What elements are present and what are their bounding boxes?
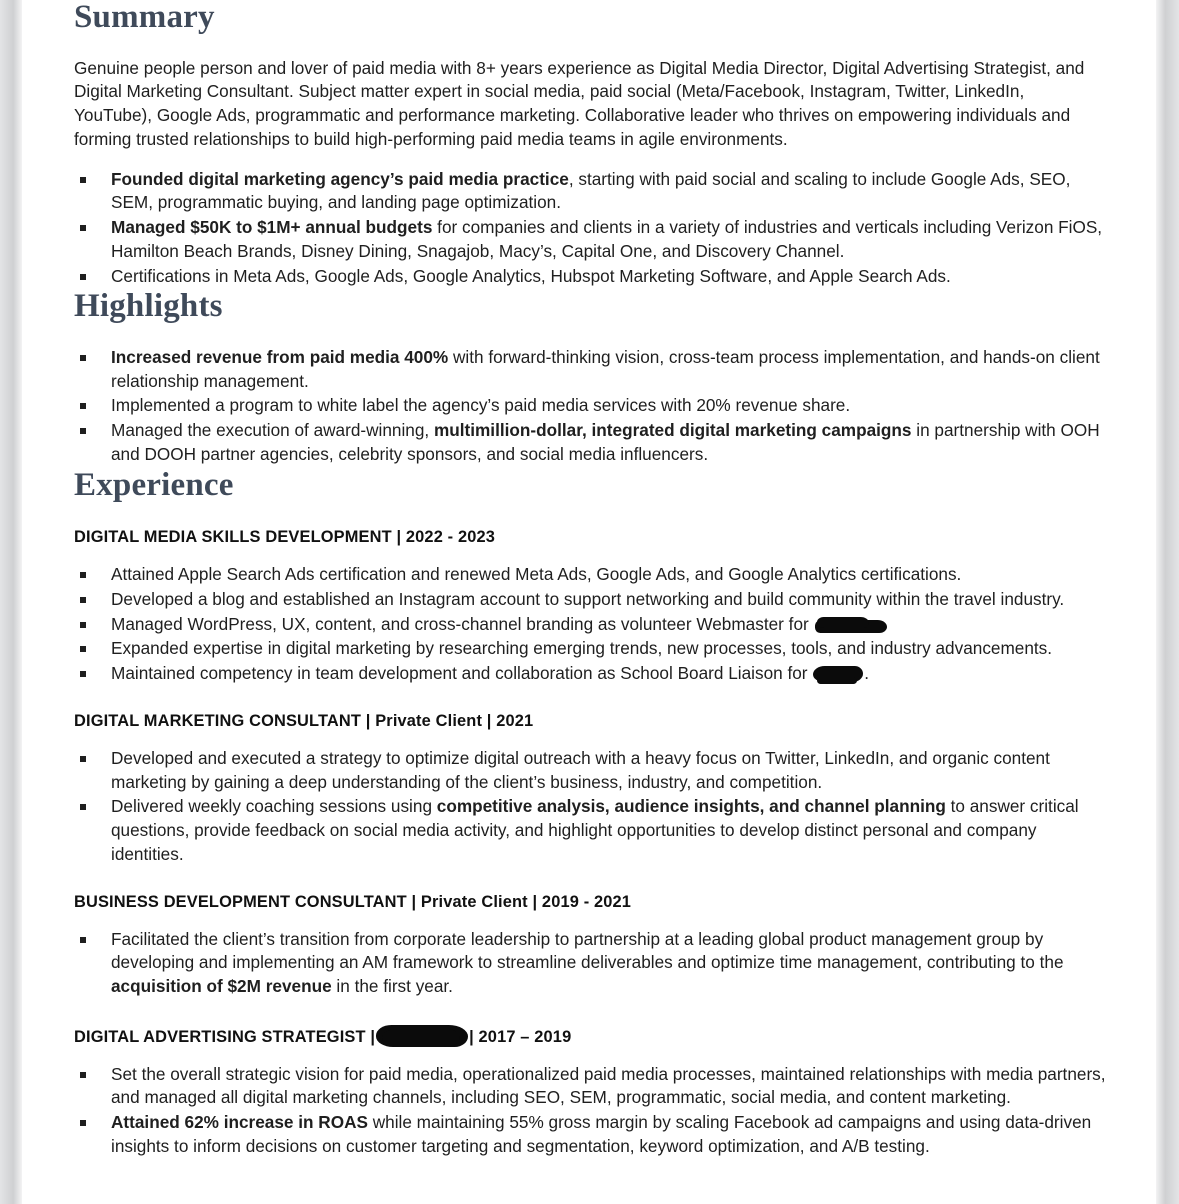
bullet-bold-text: Increased revenue from paid media 400%: [111, 346, 449, 367]
bullet-text: Attained Apple Search Ads certification …: [111, 564, 962, 585]
page-gutter-right: [1156, 0, 1179, 1204]
redaction-mark: [813, 666, 864, 685]
list-item: Attained 62% increase in ROAS while main…: [74, 1111, 1106, 1158]
summary-paragraph: Genuine people person and lover of paid …: [74, 57, 1085, 149]
redaction-mark: [376, 1024, 469, 1047]
list-item: Developed and executed a strategy to opt…: [74, 747, 1106, 794]
bullet-text: Managed WordPress, UX, content, and cros…: [111, 613, 814, 634]
list-item: Developed a blog and established an Inst…: [74, 588, 1106, 612]
redaction-mark: [814, 616, 887, 633]
bullet-text: Maintained competency in team developmen…: [111, 663, 813, 684]
document-viewer: Summary Genuine people person and lover …: [0, 0, 1179, 1204]
job-title-digital-marketing-consultant: DIGITAL MARKETING CONSULTANT | Private C…: [74, 711, 534, 730]
highlights-bullet-list: Increased revenue from paid media 400% w…: [74, 346, 1106, 467]
page-gutter-left: [0, 0, 22, 1204]
job-title-prefix: DIGITAL ADVERTISING STRATEGIST |: [74, 1027, 376, 1046]
bullet-text: in the first year.: [331, 976, 453, 997]
job-title-digital-advertising-strategist: DIGITAL ADVERTISING STRATEGIST | | 2017 –…: [74, 1024, 1106, 1047]
job-title-digital-media-skills-development: DIGITAL MEDIA SKILLS DEVELOPMENT | 2022 …: [74, 528, 496, 547]
bullet-bold-text: multimillion-dollar, integrated digital …: [433, 420, 912, 441]
job-bullet-list: Developed and executed a strategy to opt…: [74, 747, 1106, 867]
list-item: Managed the execution of award-winning, …: [74, 419, 1106, 466]
bullet-bold-text: Managed $50K to $1M+ annual budgets: [111, 217, 433, 238]
section-heading-experience: Experience: [74, 466, 234, 503]
bullet-text: Expanded expertise in digital marketing …: [111, 638, 1053, 659]
list-item: Expanded expertise in digital marketing …: [74, 637, 1106, 661]
list-item: Maintained competency in team developmen…: [74, 662, 1106, 686]
list-item: Managed WordPress, UX, content, and cros…: [74, 613, 1106, 637]
bullet-text: Developed and executed a strategy to opt…: [111, 747, 1050, 792]
bullet-bold-text: competitive analysis, audience insights,…: [436, 796, 946, 817]
bullet-text: Set the overall strategic vision for pai…: [111, 1063, 1106, 1108]
bullet-text: Certifications in Meta Ads, Google Ads, …: [111, 265, 951, 286]
bullet-bold-text: acquisition of $2M revenue: [111, 976, 332, 997]
job-title-business-development-consultant: BUSINESS DEVELOPMENT CONSULTANT | Privat…: [74, 892, 632, 911]
list-item: Facilitated the client’s transition from…: [74, 928, 1106, 999]
bullet-pre-text: Delivered weekly coaching sessions using: [111, 796, 437, 817]
list-item: Set the overall strategic vision for pai…: [74, 1063, 1106, 1110]
list-item: Certifications in Meta Ads, Google Ads, …: [74, 265, 1106, 289]
bullet-text: Implemented a program to white label the…: [111, 395, 851, 416]
list-item: Increased revenue from paid media 400% w…: [74, 346, 1106, 393]
bullet-bold-text: Founded digital marketing agency’s paid …: [111, 168, 569, 189]
bullet-pre-text: Facilitated the client’s transition from…: [111, 928, 1064, 973]
bullet-pre-text: Managed the execution of award-winning,: [111, 420, 434, 441]
resume-page: Summary Genuine people person and lover …: [22, 0, 1156, 1204]
section-heading-summary: Summary: [74, 0, 215, 35]
list-item: Delivered weekly coaching sessions using…: [74, 795, 1106, 866]
bullet-text: Developed a blog and established an Inst…: [111, 588, 1065, 609]
bullet-bold-text: Attained 62% increase in ROAS: [111, 1112, 368, 1133]
job-bullet-list: Facilitated the client’s transition from…: [74, 928, 1106, 999]
page-content: Summary Genuine people person and lover …: [74, 0, 1106, 1160]
list-item: Managed $50K to $1M+ annual budgets for …: [74, 216, 1106, 263]
job-bullet-list: Set the overall strategic vision for pai…: [74, 1063, 1106, 1159]
list-item: Implemented a program to white label the…: [74, 394, 1106, 418]
list-item: Attained Apple Search Ads certification …: [74, 563, 1106, 587]
job-bullet-list: Attained Apple Search Ads certification …: [74, 563, 1106, 686]
summary-bullet-list: Founded digital marketing agency’s paid …: [74, 168, 1106, 289]
list-item: Founded digital marketing agency’s paid …: [74, 168, 1106, 215]
bullet-tail-text: .: [864, 663, 870, 684]
section-heading-highlights: Highlights: [74, 288, 223, 325]
job-title-suffix: | 2017 – 2019: [469, 1027, 572, 1046]
